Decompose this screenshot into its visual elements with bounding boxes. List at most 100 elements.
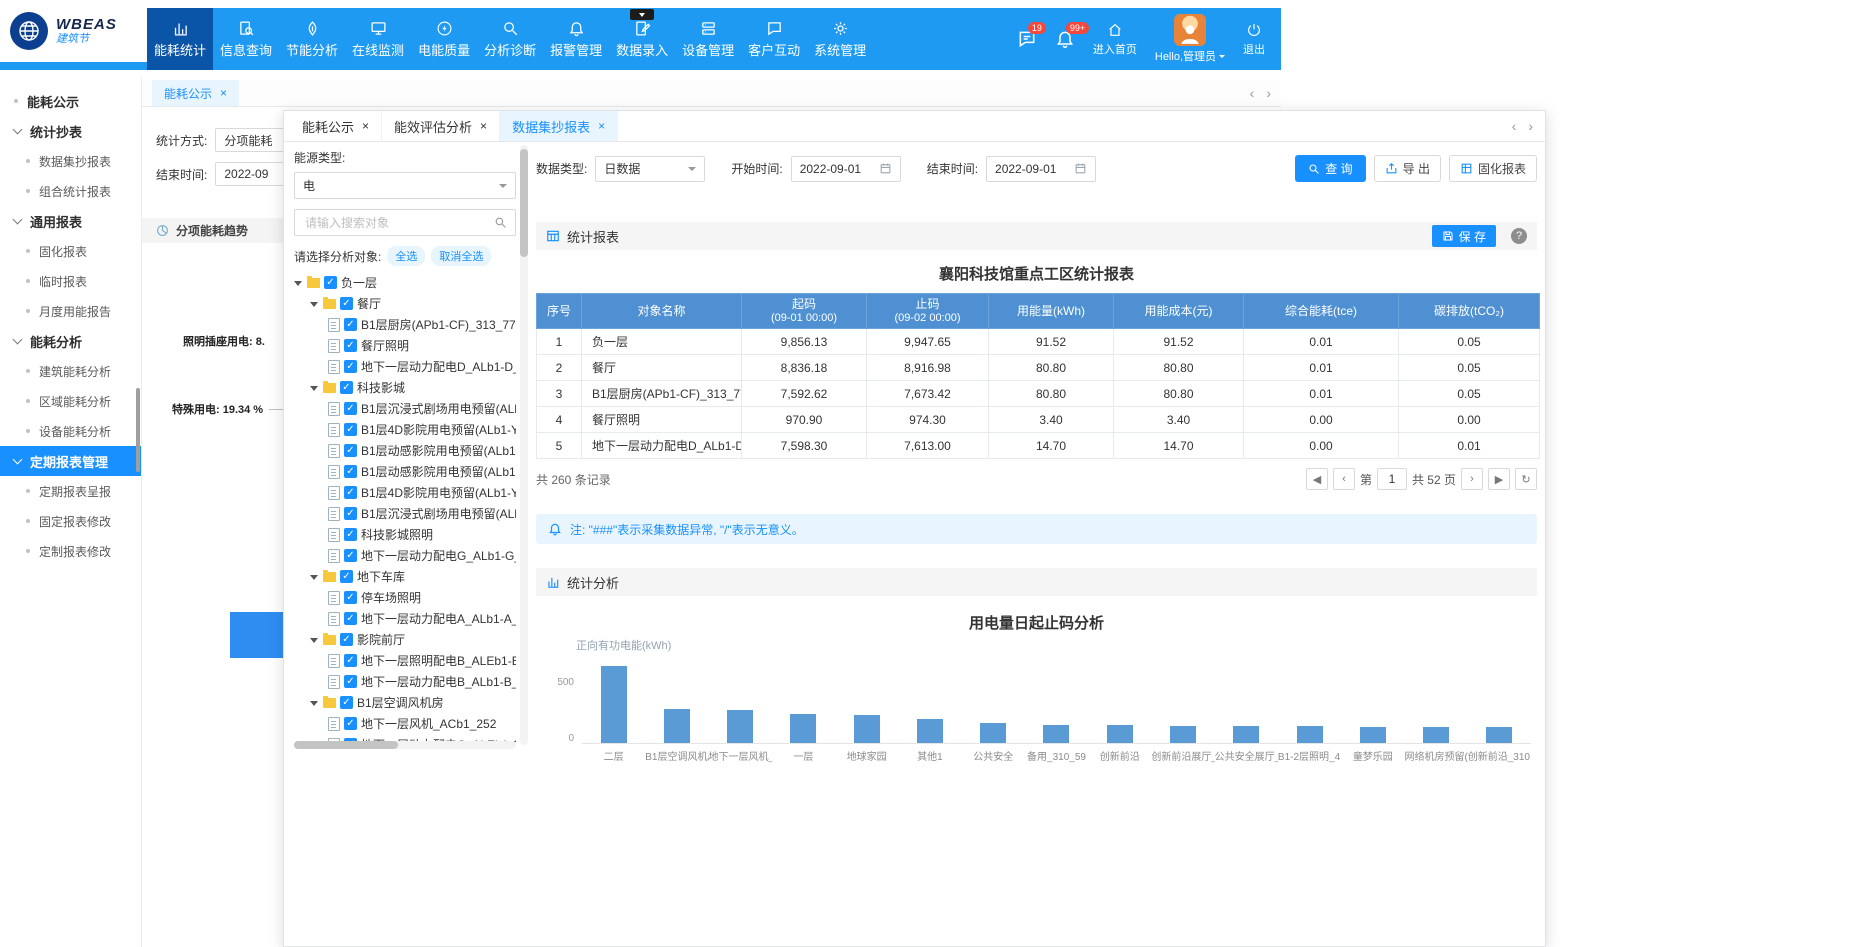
tab-energy-publicity[interactable]: 能耗公示 ×	[152, 80, 239, 106]
checkbox-checked[interactable]: ✓	[344, 486, 357, 499]
nav-item-data-entry[interactable]: 数据录入	[609, 8, 675, 70]
checkbox-checked[interactable]: ✓	[340, 570, 353, 583]
checkbox-checked[interactable]: ✓	[344, 507, 357, 520]
select-all-button[interactable]: 全选	[387, 246, 425, 266]
panel-tab-efficiency-evaluation[interactable]: 能效评估分析×	[382, 111, 500, 141]
tree-node-leaf[interactable]: ✓地下一层动力配电D_ALb1-D_242	[294, 356, 516, 377]
checkbox-checked[interactable]: ✓	[340, 696, 353, 709]
scroll-left-icon[interactable]: ‹	[1250, 85, 1255, 101]
tree-horizontal-scrollbar[interactable]	[294, 741, 516, 749]
tree-node-leaf[interactable]: ✓地下一层风机_ACb1_252	[294, 713, 516, 734]
tree-node-folder[interactable]: ✓餐厅	[294, 293, 516, 314]
tree-node-leaf[interactable]: ✓B1层动感影院用电预留(ALb1-YY	[294, 440, 516, 461]
last-page-button[interactable]: ▶	[1488, 468, 1510, 490]
sidebar-item-region-analysis[interactable]: 区域能耗分析	[0, 386, 141, 416]
checkbox-checked[interactable]: ✓	[344, 318, 357, 331]
sidebar-item-fixed-report-edit[interactable]: 固定报表修改	[0, 506, 141, 536]
checkbox-checked[interactable]: ✓	[340, 381, 353, 394]
tree-node-leaf[interactable]: ✓科技影城照明	[294, 524, 516, 545]
start-date-input[interactable]: 2022-09-01	[791, 156, 901, 182]
tree-node-leaf[interactable]: ✓餐厅照明	[294, 335, 516, 356]
expand-caret-icon[interactable]	[310, 575, 318, 584]
nav-item-energy-statistics[interactable]: 能耗统计	[147, 8, 213, 70]
nav-item-energy-saving-analysis[interactable]: 节能分析	[279, 8, 345, 70]
messages-button[interactable]: 19	[1017, 29, 1037, 49]
tree-node-leaf[interactable]: ✓B1层沉浸式剧场用电预留(ALb1-Y	[294, 398, 516, 419]
checkbox-checked[interactable]: ✓	[344, 339, 357, 352]
panel-tab-energy-publicity[interactable]: 能耗公示×	[290, 111, 382, 141]
scroll-right-icon[interactable]: ›	[1528, 118, 1533, 134]
page-number-input[interactable]	[1377, 468, 1407, 490]
checkbox-checked[interactable]: ✓	[344, 717, 357, 730]
expand-caret-icon[interactable]	[310, 638, 318, 647]
checkbox-checked[interactable]: ✓	[344, 612, 357, 625]
nav-item-alarm-management[interactable]: 报警管理	[543, 8, 609, 70]
close-icon[interactable]: ×	[220, 87, 227, 99]
sidebar-item-custom-report-edit[interactable]: 定制报表修改	[0, 536, 141, 566]
tree-node-leaf[interactable]: ✓地下一层动力配电A_ALb1-A_266	[294, 608, 516, 629]
sidebar-item-combined-report[interactable]: 组合统计报表	[0, 176, 141, 206]
checkbox-checked[interactable]: ✓	[344, 360, 357, 373]
checkbox-checked[interactable]: ✓	[344, 444, 357, 457]
user-menu[interactable]: Hello,管理员	[1155, 14, 1225, 64]
logout-button[interactable]: 退出	[1243, 22, 1265, 57]
refresh-button[interactable]: ↻	[1515, 468, 1537, 490]
checkbox-checked[interactable]: ✓	[344, 675, 357, 688]
sidebar-item-monthly-report[interactable]: 月度用能报告	[0, 296, 141, 326]
sidebar-group-energy-analysis[interactable]: 能耗分析	[0, 326, 141, 356]
checkbox-checked[interactable]: ✓	[344, 528, 357, 541]
close-icon[interactable]: ×	[362, 120, 369, 132]
checkbox-checked[interactable]: ✓	[344, 423, 357, 436]
nav-item-customer-interaction[interactable]: 客户互动	[741, 8, 807, 70]
tree-node-folder[interactable]: ✓科技影城	[294, 377, 516, 398]
end-date-input[interactable]: 2022-09-01	[986, 156, 1096, 182]
sidebar-scrollbar-thumb[interactable]	[136, 388, 140, 472]
sidebar-item-periodic-report-submit[interactable]: 定期报表呈报	[0, 476, 141, 506]
nav-item-device-management[interactable]: 设备管理	[675, 8, 741, 70]
panel-tab-dataset-report[interactable]: 数据集抄报表×	[500, 111, 618, 141]
energy-type-select[interactable]: 电	[294, 172, 516, 199]
checkbox-checked[interactable]: ✓	[344, 654, 357, 667]
expand-caret-icon[interactable]	[310, 302, 318, 311]
tree-node-leaf[interactable]: ✓地下一层照明配电B_ALEb1-B_26	[294, 650, 516, 671]
object-search-input[interactable]	[303, 215, 488, 231]
next-page-button[interactable]: ›	[1461, 468, 1483, 490]
scroll-left-icon[interactable]: ‹	[1512, 118, 1517, 134]
sidebar-group-periodic-report-management[interactable]: 定期报表管理	[0, 446, 141, 476]
tree-node-leaf[interactable]: ✓B1层动感影院用电预留(ALb1-YY	[294, 461, 516, 482]
first-page-button[interactable]: ◀	[1306, 468, 1328, 490]
nav-item-power-quality[interactable]: 电能质量	[411, 8, 477, 70]
scrollbar-thumb[interactable]	[294, 741, 398, 749]
go-home-button[interactable]: 进入首页	[1093, 22, 1137, 57]
sidebar-group-meter-reading[interactable]: 统计抄表	[0, 116, 141, 146]
notifications-button[interactable]: 99+	[1055, 29, 1075, 49]
expand-caret-icon[interactable]	[310, 701, 318, 710]
scrollbar-thumb[interactable]	[520, 149, 528, 257]
checkbox-checked[interactable]: ✓	[344, 549, 357, 562]
checkbox-checked[interactable]: ✓	[340, 633, 353, 646]
nav-item-analysis-diagnosis[interactable]: 分析诊断	[477, 8, 543, 70]
tree-node-folder[interactable]: ✓负一层	[294, 272, 516, 293]
solidify-report-button[interactable]: 固化报表	[1449, 155, 1537, 182]
checkbox-checked[interactable]: ✓	[324, 276, 337, 289]
checkbox-checked[interactable]: ✓	[344, 402, 357, 415]
tree-node-leaf[interactable]: ✓地下一层动力配电B_ALb1-B_267	[294, 671, 516, 692]
tree-node-leaf[interactable]: ✓B1层4D影院用电预留(ALb1-YY(4	[294, 419, 516, 440]
nav-dropdown-caret[interactable]	[630, 9, 654, 20]
sidebar-item-energy-publicity[interactable]: 能耗公示	[0, 86, 141, 116]
search-icon[interactable]	[494, 216, 507, 229]
sidebar-group-general-reports[interactable]: 通用报表	[0, 206, 141, 236]
brand-logo[interactable]: WBEAS 建筑节	[0, 0, 147, 62]
sidebar-item-temporary-report[interactable]: 临时报表	[0, 266, 141, 296]
export-button[interactable]: 导 出	[1374, 155, 1441, 182]
tree-node-folder[interactable]: ✓B1层空调风机房	[294, 692, 516, 713]
tree-node-folder[interactable]: ✓地下车库	[294, 566, 516, 587]
deselect-all-button[interactable]: 取消全选	[431, 246, 491, 266]
query-button[interactable]: 查 询	[1295, 155, 1365, 182]
prev-page-button[interactable]: ‹	[1333, 468, 1355, 490]
help-button[interactable]: ?	[1511, 228, 1527, 244]
tree-node-folder[interactable]: ✓影院前厅	[294, 629, 516, 650]
save-button[interactable]: 保 存	[1432, 225, 1496, 247]
data-type-select[interactable]: 日数据	[595, 156, 705, 182]
sidebar-item-solidified-report[interactable]: 固化报表	[0, 236, 141, 266]
